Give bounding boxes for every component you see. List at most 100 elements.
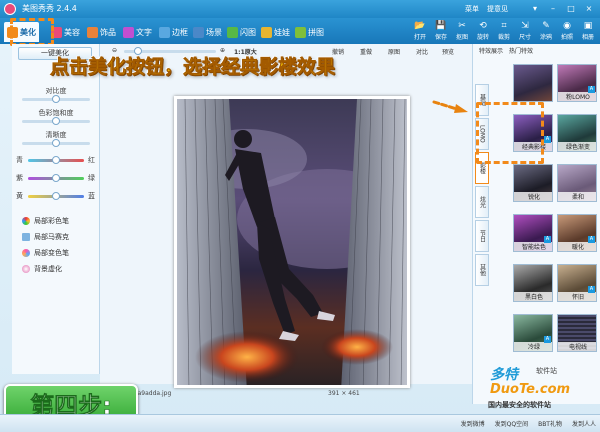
compare-button[interactable]: 对比 [416,47,428,56]
tab-flash-label: 闪图 [240,27,256,37]
album-icon: ▣ [583,21,593,31]
vip-badge-icon: A [544,136,551,143]
effect-thumb[interactable]: 粉LOMO A [557,64,597,102]
effect-thumb-label: 黑白色 [514,292,552,301]
rotate-button[interactable]: ⟲ 旋转 [473,20,493,44]
tab-effects-showcase[interactable]: 特效展示 [479,46,503,55]
original-button[interactable]: 原图 [388,47,400,56]
saturation-knob[interactable] [52,117,60,125]
red-label: 红 [88,156,95,164]
effect-thumb[interactable]: 智能绘色 A [513,214,553,252]
maximize-icon[interactable]: □ [564,2,578,15]
partial-mosaic-pen-label: 局部马赛克 [34,233,69,241]
close-icon[interactable]: × [582,2,596,15]
category-tab-glow[interactable]: 炫光 [475,186,489,218]
partial-mosaic-pen[interactable]: 局部马赛克 [22,232,69,242]
camera-button[interactable]: ◉ 拍照 [557,20,577,44]
accessories-icon [87,26,98,38]
recolor-pen-icon [22,249,30,257]
doodle-label: 涂鸦 [539,34,552,41]
effect-thumb[interactable]: 绿色渐变 [557,114,597,152]
tab-flash[interactable]: 闪图 [224,22,259,42]
cyan-red-slider[interactable] [28,156,84,164]
save-button[interactable]: 💾 保存 [431,20,451,44]
sharpness-knob[interactable] [52,139,60,147]
feedback-link[interactable]: 提意见 [487,4,508,14]
effect-thumb-label: 怀旧 [558,292,596,301]
purple-green-slider[interactable] [28,174,84,182]
effect-thumb[interactable]: 柔和 [557,164,597,202]
yellow-blue-slider[interactable] [28,192,84,200]
photo-image [177,99,407,385]
effect-thumb-label: 冷绿 [514,342,552,351]
partial-color-pen[interactable]: 局部彩色笔 [22,216,69,226]
effect-thumb-label: 电视线 [558,342,596,351]
cyan-label: 青 [16,156,23,164]
tab-scene[interactable]: 场景 [190,22,225,42]
album-label: 相册 [581,34,594,41]
status-bar: 42a9adda.jpg 391 × 461 [100,390,472,402]
album-button[interactable]: ▣ 相册 [578,20,598,44]
sharpness-slider[interactable] [22,139,90,147]
saturation-slider[interactable] [22,117,90,125]
contrast-slider[interactable] [22,95,90,103]
mosaic-pen-icon [22,233,30,241]
tab-text-label: 文字 [136,27,152,37]
partial-recolor-pen[interactable]: 局部变色笔 [22,248,69,258]
redo-button[interactable]: 重做 [360,47,372,56]
contrast-knob[interactable] [52,95,60,103]
purple-green-knob[interactable] [52,174,60,182]
dropdown-icon[interactable]: ▾ [528,2,542,15]
share-renren-button[interactable]: 发到人人 [572,419,596,428]
category-tab-other[interactable]: 其他 [475,254,489,286]
save-icon: 💾 [435,21,447,31]
share-qzone-button[interactable]: 发到QQ空间 [495,419,528,428]
menu-link[interactable]: 菜单 [465,4,479,14]
tab-doll[interactable]: 娃娃 [258,22,293,42]
tab-collage-label: 拼图 [308,27,324,37]
photo-canvas[interactable] [174,96,410,388]
cutout-icon: ✂ [458,21,466,31]
bbt-gift-button[interactable]: BBT礼物 [538,419,562,428]
vip-badge-icon: A [588,286,595,293]
open-button[interactable]: 📂 打开 [410,20,430,44]
tab-accessories[interactable]: 饰品 [84,22,119,42]
site-watermark: 多特 软件站 DuoTe.com 国内最安全的软件站 [488,356,598,414]
tab-collage[interactable]: 拼图 [292,22,327,42]
tab-frame[interactable]: 边框 [156,22,191,42]
cyan-red-knob[interactable] [52,156,60,164]
cutout-label: 抠图 [455,34,468,41]
save-label: 保存 [434,34,447,41]
doodle-button[interactable]: ✎ 涂鸦 [536,20,556,44]
minimize-icon[interactable]: – [546,2,560,15]
tab-text[interactable]: 文字 [120,22,155,42]
resize-label: 尺寸 [518,34,531,41]
effect-thumb[interactable]: 怀旧 A [557,264,597,302]
app-logo-icon [4,3,16,15]
preview-button[interactable]: 预览 [442,47,454,56]
classic-studio-highlight [476,102,544,164]
effect-thumb[interactable]: 冷绿 A [513,314,553,352]
effect-thumb[interactable]: 黑白色 [513,264,553,302]
partial-recolor-pen-label: 局部变色笔 [34,249,69,257]
effect-thumb[interactable]: 暖化 A [557,214,597,252]
frame-icon [159,26,170,38]
share-weibo-button[interactable]: 发到微博 [461,419,485,428]
main-tab-bar: 美化 美容 饰品 文字 边框 场景 闪图 娃娃 拼图 📂 打开 💾 保存 ✂ 抠图 ⟲… [0,18,600,44]
doll-icon [261,26,272,38]
category-tab-holiday[interactable]: 节日 [475,220,489,252]
effect-thumb[interactable]: 电视线 [557,314,597,352]
yellow-blue-knob[interactable] [52,192,60,200]
camera-label: 拍照 [560,34,573,41]
image-dimensions: 391 × 461 [328,390,360,397]
effect-thumb[interactable]: 锐化 [513,164,553,202]
open-icon: 📂 [414,21,426,31]
tab-popular-effects[interactable]: 热门特效 [509,46,533,55]
resize-button[interactable]: ⇲ 尺寸 [515,20,535,44]
vip-badge-icon: A [544,336,551,343]
background-blur[interactable]: 背景虚化 [22,264,62,274]
camera-icon: ◉ [563,21,571,31]
effect-thumb[interactable] [513,64,553,102]
cutout-button[interactable]: ✂ 抠图 [452,20,472,44]
crop-button[interactable]: ⌗ 裁剪 [494,20,514,44]
